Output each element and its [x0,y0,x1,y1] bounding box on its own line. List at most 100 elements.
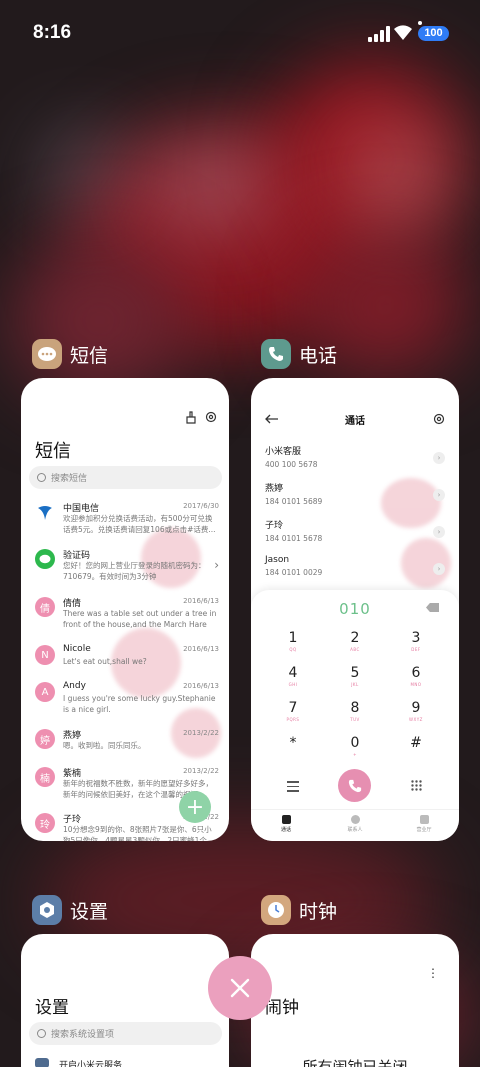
dial-key[interactable]: 5 JKL [335,665,375,687]
message-item[interactable]: 验证码 您好！您的网上营业厅登录的随机密码为：710679。有效时间为3分钟 › [35,548,219,588]
dial-key[interactable]: * [273,735,313,752]
plus-icon: + [185,794,205,820]
tab-contacts[interactable]: 联系人 [330,815,380,833]
alarm-status: 所有闹钟已关闭 [302,1058,408,1067]
message-item[interactable]: 婷 燕婷 2013/2/22 嗯。收到啦。同乐同乐。 [35,728,219,768]
clock-app-card[interactable]: ⋮ 闹钟 所有闹钟已关闭 [251,934,459,1067]
message-preview: 10分想念9到的你、8张照片7张是你、6只小狗5只像你、4颗星星3颗似你、2只蜜… [63,825,215,841]
more-options-icon[interactable]: ⋮ [427,966,439,980]
dial-key[interactable]: # [396,735,436,752]
call-name: Jason [265,555,290,565]
sms-search-input[interactable]: 搜索短信 [29,466,222,489]
menu-icon[interactable] [287,781,299,792]
contact-icon [350,815,360,824]
settings-search-placeholder: 搜索系统设置项 [51,1030,115,1040]
avatar: 楠 [35,767,55,787]
clear-all-button[interactable] [208,956,272,1020]
tab-service-hall[interactable]: 营业厅 [399,815,449,833]
app-label-phone[interactable]: 电话 [261,339,337,369]
app-name-settings: 设置 [70,900,109,923]
call-log-item[interactable]: 子玲 184 0101 5678 › [265,518,445,548]
battery-indicator: 100 [418,26,449,41]
new-message-button[interactable]: + [179,791,211,823]
message-preview: There was a table set out under a tree i… [63,609,217,629]
dialpad: 010 1 QQ 2 ABC 3 DEF 4 GHI 5 JKL 6 MNO 7 PQRS 8… [251,590,459,841]
message-item[interactable]: N Nicole 2016/6/13 Let's eat out,shall w… [35,644,219,684]
call-log-item[interactable]: Jason 184 0101 0029 › [265,555,445,585]
message-item[interactable]: 倩 倩倩 2016/6/13 There was a table set out… [35,596,219,636]
dial-key[interactable]: 4 GHI [273,665,313,687]
message-item[interactable]: A Andy 2016/6/13 I guess you're some luc… [35,681,219,721]
message-date: 2017/6/30 [183,502,219,510]
dial-key[interactable]: 6 MNO [396,665,436,687]
wifi-icon [394,25,412,40]
message-date: 2016/6/13 [183,597,219,605]
dial-key[interactable]: 1 QQ [273,630,313,652]
sms-search-placeholder: 搜索短信 [51,474,88,484]
keypad-grid-icon[interactable] [411,780,422,791]
search-icon [37,473,46,482]
cleanup-icon[interactable] [185,411,197,424]
call-log-item[interactable]: 燕婷 184 0101 5689 › [265,481,445,511]
dial-key[interactable]: 9 WXYZ [396,700,436,722]
app-label-settings[interactable]: 设置 [32,895,108,925]
call-button[interactable] [338,769,371,802]
app-label-clock[interactable]: 时钟 [261,895,337,925]
service-hall-icon [419,815,429,824]
status-bar: 8:16 100 [0,0,480,68]
avatar: 婷 [35,729,55,749]
message-date: 2016/6/13 [183,645,219,653]
settings-item-cloud[interactable]: 开启小米云服务 [59,1058,122,1067]
sms-app-icon [32,339,62,369]
message-preview: 嗯。收到啦。同乐同乐。 [63,741,146,750]
dial-key[interactable]: 3 DEF [396,630,436,652]
call-number: 184 0101 5689 [265,497,323,506]
phone-icon [281,815,291,824]
avatar: N [35,645,55,665]
chevron-right-icon[interactable]: › [433,563,445,575]
app-name-clock: 时钟 [299,900,338,923]
dial-key[interactable]: 2 ABC [335,630,375,652]
phone-app-card[interactable]: 通话 小米客服 400 100 5678 › 燕婷 184 0101 5689 … [251,378,459,841]
avatar: 倩 [35,597,55,617]
message-date: 2016/6/13 [183,682,219,690]
message-sender: Andy [63,681,86,691]
settings-gear-icon[interactable] [433,413,445,425]
chevron-right-icon[interactable]: › [433,452,445,464]
app-name-sms: 短信 [70,344,109,367]
call-name: 小米客服 [265,447,302,457]
call-log-item[interactable]: 小米客服 400 100 5678 › [265,444,445,474]
dial-key[interactable]: 7 PQRS [273,700,313,722]
message-preview: Let's eat out,shall we? [63,657,147,666]
settings-app-card[interactable]: 设置 搜索系统设置项 开启小米云服务 [21,934,229,1067]
message-date: 2013/2/22 [183,729,219,737]
settings-search-input[interactable]: 搜索系统设置项 [29,1022,222,1045]
status-time: 8:16 [33,22,72,43]
settings-gear-icon[interactable] [205,411,217,423]
battery-charge-dot [418,21,422,25]
message-sender: Nicole [63,644,91,654]
call-name: 子玲 [265,521,284,531]
phone-app-icon [261,339,291,369]
tab-calls[interactable]: 通话 [261,815,311,833]
phone-icon [348,779,361,792]
cloud-icon [35,1058,49,1067]
call-number: 184 0101 0029 [265,568,323,577]
avatar: 玲 [35,813,55,833]
message-preview: 欢迎参加积分兑换话费活动，有500分可兑换话费5元。兑换话费请回复106或点击#… [63,514,216,534]
app-name-phone: 电话 [299,344,338,367]
signal-icon [368,26,390,42]
chevron-right-icon[interactable]: › [433,526,445,538]
verification-chat-icon [35,549,55,569]
sms-app-card[interactable]: 短信 搜索短信 中国电信 2017/6/30 欢迎参加积分兑换话费活动，有500… [21,378,229,841]
message-item[interactable]: 中国电信 2017/6/30 欢迎参加积分兑换话费活动，有500分可兑换话费5元… [35,501,219,541]
app-label-sms[interactable]: 短信 [32,339,108,369]
chevron-right-icon[interactable]: › [433,489,445,501]
sms-title: 短信 [35,441,71,462]
call-name: 燕婷 [265,484,284,494]
dial-key[interactable]: 8 TUV [335,700,375,722]
call-number: 400 100 5678 [265,460,318,469]
dial-key[interactable]: 0 + [335,735,375,757]
phone-tab-bar: 通话 联系人 营业厅 [251,809,459,841]
search-icon [37,1029,46,1038]
